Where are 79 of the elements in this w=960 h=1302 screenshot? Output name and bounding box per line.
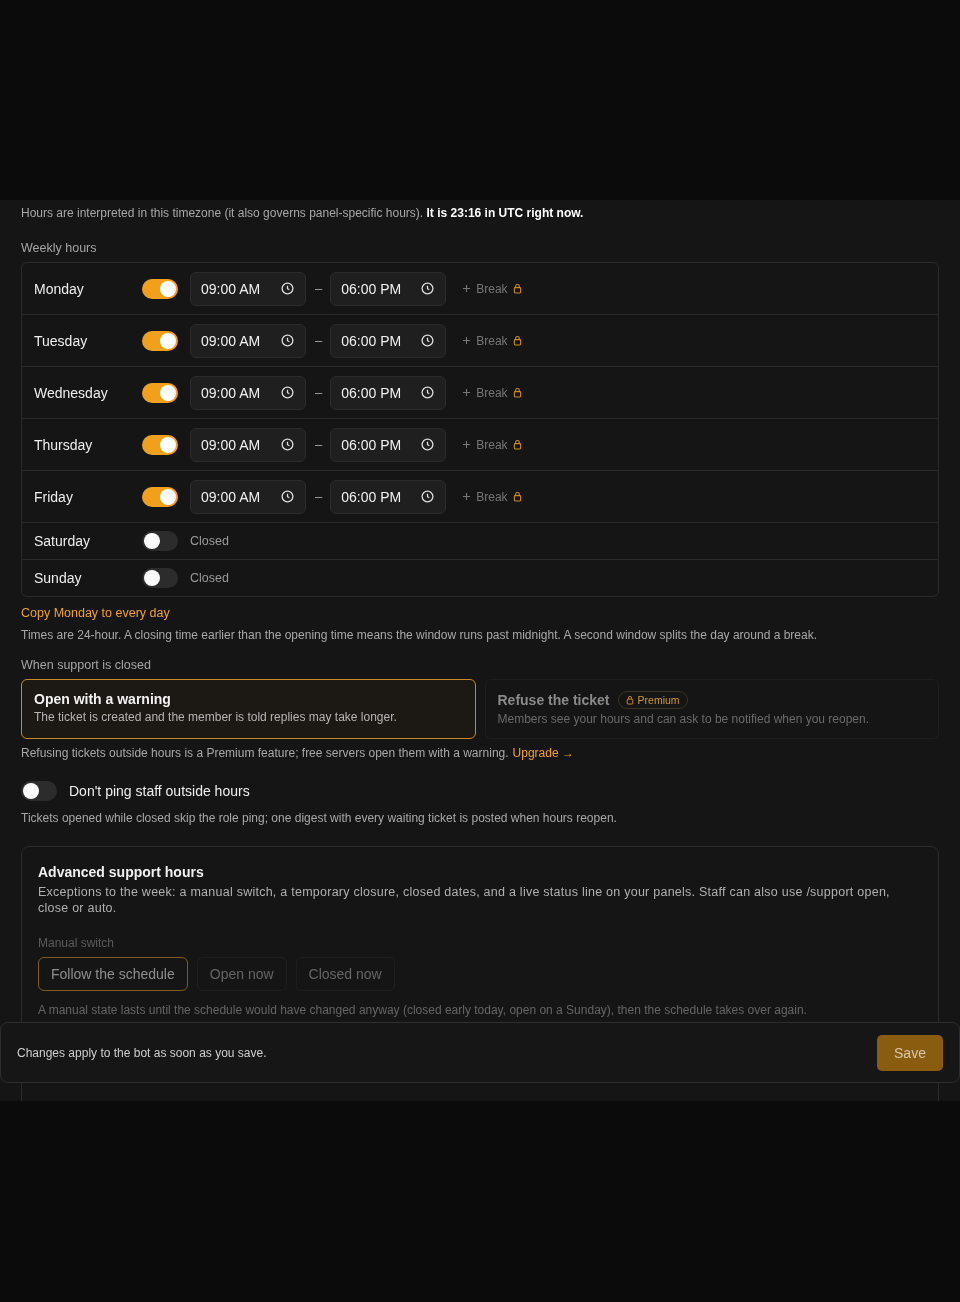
plus-icon [462, 284, 472, 293]
time-field[interactable]: 09:00 AM [190, 323, 306, 358]
day-name: Sunday [34, 570, 83, 586]
field-label: Manual switch [38, 936, 116, 950]
plus-icon [462, 388, 472, 397]
toggle-switch[interactable] [142, 278, 178, 299]
day-name: Friday [34, 488, 74, 505]
day-name: Thursday [34, 436, 94, 453]
hint-text: Times are 24-hour. A closing time earlier than the opening time means the window runs past midnight. A second window splits the day around a break. [21, 628, 818, 642]
clock-icon [421, 282, 435, 295]
dash: – [315, 489, 323, 504]
dash: – [315, 333, 323, 348]
timezone-note: Hours are interpreted in this timezone (it also governs panel-specific hours). It is 23:16 in UTC right now. [21, 206, 585, 220]
lock-icon [512, 335, 522, 346]
hint-text: Tickets opened while closed skip the role ping; one digest with every waiting ticket is posted when hours reopen. [21, 811, 618, 825]
toggle-switch[interactable] [142, 486, 178, 507]
toggle-switch[interactable] [142, 434, 178, 455]
add-break-button[interactable]: Break [462, 385, 522, 400]
time-field[interactable]: 09:00 AM [190, 427, 306, 462]
add-break-button[interactable]: Break [462, 281, 522, 296]
toggle-switch[interactable] [142, 382, 178, 403]
add-break-button[interactable]: Break [462, 489, 522, 504]
add-break-button[interactable]: Break [462, 333, 522, 348]
add-break-button[interactable]: Break [462, 437, 522, 452]
dash: – [315, 385, 323, 400]
plus-icon [462, 440, 472, 449]
save-bar-text: Changes apply to the bot as soon as you save. [17, 1045, 267, 1060]
toggle-label: Don't ping staff outside hours [69, 783, 250, 799]
lock-icon [625, 695, 634, 705]
dash: – [315, 281, 323, 296]
clock-icon [281, 490, 294, 503]
plus-icon [462, 492, 472, 501]
day-name: Monday [34, 280, 85, 297]
option-card[interactable]: Open with a warning The ticket is created and the member is told replies may take longer. [21, 679, 476, 739]
clock-icon [421, 334, 435, 347]
hint-text: A manual state lasts until the schedule would have changed anyway (closed early today, open on a Sunday), then the schedule takes over again. [38, 1003, 808, 1017]
section-label: When support is closed [21, 658, 152, 672]
time-field[interactable]: 09:00 AM [190, 271, 306, 306]
clock-icon [421, 438, 435, 451]
clock-icon [281, 282, 294, 295]
toggle-switch[interactable] [142, 531, 178, 551]
option-description: The ticket is created and the member is told replies may take longer. [34, 710, 398, 724]
option-card[interactable]: Refuse the ticket Premium Members see your hours and can ask to be notified when you reopen. [484, 679, 939, 739]
time-field[interactable]: 06:00 PM [330, 271, 447, 306]
closed-label: Closed [190, 534, 229, 548]
clock-icon [281, 386, 294, 399]
option-title: Refuse the ticket [497, 692, 610, 708]
section-label: Weekly hours [21, 241, 98, 255]
toggle-switch[interactable] [142, 568, 178, 588]
copy-link[interactable]: Copy Monday to every day [21, 606, 939, 620]
dash: – [315, 437, 323, 452]
lock-icon [512, 439, 522, 450]
time-field[interactable]: 06:00 PM [330, 323, 447, 358]
time-field[interactable]: 06:00 PM [330, 479, 447, 514]
premium-note: Refusing tickets outside hours is a Premium feature; free servers open them with a warning. [21, 746, 509, 760]
time-field[interactable]: 09:00 AM [190, 375, 306, 410]
day-name: Tuesday [34, 332, 89, 349]
closed-label: Closed [190, 571, 229, 585]
time-field[interactable]: 09:00 AM [190, 479, 306, 514]
save-button[interactable]: Save [877, 1034, 943, 1071]
plus-icon [462, 336, 472, 345]
lock-icon [512, 387, 522, 398]
card-title: Advanced support hours [38, 864, 205, 880]
toggle-switch[interactable] [142, 330, 178, 351]
day-name: Wednesday [34, 384, 109, 401]
day-name: Saturday [34, 533, 92, 549]
time-field[interactable]: 06:00 PM [330, 375, 447, 410]
option-title: Open with a warning [34, 691, 171, 707]
clock-icon [421, 386, 435, 399]
clock-icon [421, 490, 435, 503]
lock-icon [512, 491, 522, 502]
clock-icon [281, 438, 294, 451]
lock-icon [512, 283, 522, 294]
clock-icon [281, 334, 294, 347]
card-description: Exceptions to the week: a manual switch, a temporary closure, closed dates, and a live status line on your panels. Staff can also use /support open, close or auto. [38, 884, 891, 916]
upgrade-link[interactable]: Upgrade → [512, 746, 574, 760]
time-field[interactable]: 06:00 PM [330, 427, 447, 462]
option-description: Members see your hours and can ask to be notified when you reopen. [497, 712, 871, 726]
toggle-switch[interactable] [21, 781, 57, 801]
